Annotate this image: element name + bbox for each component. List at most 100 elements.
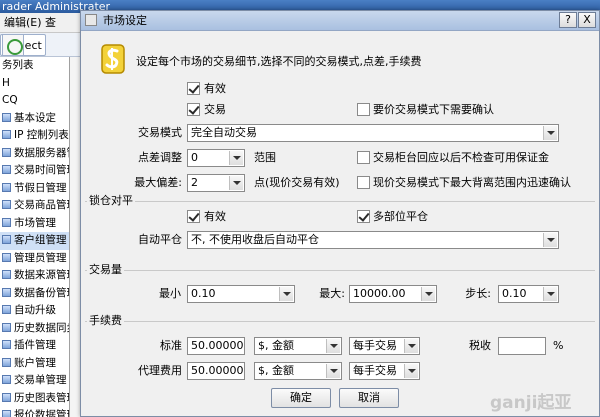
fee-agent-per-select[interactable]: 每手交易 (349, 362, 420, 380)
fee-standard-per-select[interactable]: 每手交易 (349, 337, 420, 355)
tree-item[interactable]: 账户管理 (0, 355, 69, 373)
watermark: ganji起亚 (490, 393, 572, 413)
tree-item[interactable]: 节假日管理 (0, 180, 69, 198)
window-icon (85, 14, 97, 26)
tree-item[interactable]: 管理员管理 (0, 250, 69, 268)
tree-item[interactable]: IP 控制列表 (0, 127, 69, 145)
tree-item[interactable]: H (0, 75, 69, 93)
close-button[interactable]: X (578, 12, 596, 28)
tree-item-icon (2, 392, 11, 402)
fee-standard-unit-select[interactable]: $, 金额 (254, 337, 342, 355)
tree-item-label: 历史数据同步 (14, 321, 69, 334)
fee-standard-per-value: 每手交易 (353, 339, 397, 352)
tree-item[interactable]: 务列表 (0, 57, 69, 75)
volume-max-select[interactable]: 10000.00 (349, 285, 437, 303)
tree-item[interactable]: 交易商品管理 (0, 197, 69, 215)
chevron-down-icon[interactable] (404, 364, 418, 378)
tree-item-label: 节假日管理 (14, 181, 67, 194)
tree-item-label: H (2, 76, 10, 89)
tree-item-icon (2, 200, 11, 209)
app-menu-text[interactable]: 编辑(E) 查 (4, 16, 56, 29)
tax-unit: % (553, 339, 564, 352)
tree-item-label: 数据备份管理 (14, 286, 69, 299)
trade-mode-label: 交易模式 (138, 126, 182, 139)
max-deviation-unit: 点(现价交易有效) (254, 176, 340, 189)
tree-item[interactable]: 数据服务器管 (0, 145, 69, 163)
spread-value: 0 (191, 151, 198, 164)
fee-agent-unit-select[interactable]: $, 金额 (254, 362, 342, 380)
volume-max-value: 10000.00 (353, 287, 406, 300)
tree-item-icon (2, 112, 11, 122)
fee-standard-input[interactable]: 50.00000 (187, 337, 245, 355)
trade-mode-select[interactable]: 完全自动交易 (187, 124, 559, 142)
multi-close-checkbox[interactable] (357, 210, 370, 223)
volume-min-select[interactable]: 0.10 (187, 285, 295, 303)
tree-item[interactable]: 插件管理 (0, 337, 69, 355)
trade-mode-value: 完全自动交易 (191, 126, 257, 139)
tree-item-icon (2, 322, 11, 332)
tax-input[interactable] (498, 337, 546, 355)
tree-item-icon (2, 252, 11, 262)
auto-close-label: 自动平仓 (138, 233, 182, 246)
tree-item[interactable]: 数据备份管理 (0, 285, 69, 303)
tax-label: 税收 (469, 339, 491, 352)
max-deviation-value: 2 (191, 176, 198, 189)
fee-agent-unit-value: $, 金额 (258, 364, 294, 377)
fee-agent-per-value: 每手交易 (353, 364, 397, 377)
volume-group-title: 交易量 (87, 263, 124, 277)
fee-agent-input[interactable]: 50.00000 (187, 362, 245, 380)
chevron-down-icon[interactable] (229, 176, 243, 190)
volume-step-value: 0.10 (502, 287, 527, 300)
tree-item[interactable]: 交易单管理 (0, 372, 69, 390)
auto-close-select[interactable]: 不, 不使用收盘后自动平仓 (187, 231, 559, 249)
chevron-down-icon[interactable] (543, 287, 557, 301)
lock-valid-label: 有效 (204, 210, 226, 223)
lock-valid-checkbox[interactable] (187, 210, 200, 223)
dollar-icon (101, 44, 125, 74)
tree-item[interactable]: 数据来源管理 (0, 267, 69, 285)
max-deviation-select[interactable]: 2 (187, 174, 245, 192)
volume-min-value: 0.10 (191, 287, 216, 300)
tree-item-icon (2, 217, 11, 227)
tree-item[interactable]: 历史图表管理 (0, 390, 69, 408)
tree-item[interactable]: 交易时间管理 (0, 162, 69, 180)
tree-item[interactable]: 基本设定 (0, 110, 69, 128)
tree-item-label: 交易商品管理 (14, 199, 69, 211)
tree-item-icon (2, 147, 11, 157)
tree-item[interactable]: 市场管理 (0, 215, 69, 233)
chevron-down-icon[interactable] (279, 287, 293, 301)
volume-step-select[interactable]: 0.10 (498, 285, 559, 303)
trade-checkbox[interactable] (187, 103, 200, 116)
app-menu-bar[interactable]: 编辑(E) 查 (0, 13, 92, 33)
refresh-icon[interactable] (2, 34, 24, 56)
tree-item-icon (2, 235, 11, 244)
chevron-down-icon[interactable] (229, 151, 243, 165)
tree-item[interactable]: CQ (0, 92, 69, 110)
no-margin-check-checkbox[interactable] (357, 151, 370, 164)
spread-select[interactable]: 0 (187, 149, 245, 167)
tree-item[interactable]: 自动升级 (0, 302, 69, 320)
chevron-down-icon[interactable] (404, 339, 418, 353)
tree-item-icon (2, 410, 11, 417)
valid-checkbox[interactable] (187, 82, 200, 95)
help-button[interactable]: ? (559, 12, 577, 28)
chevron-down-icon[interactable] (543, 126, 557, 140)
tree-item[interactable]: 客户组管理 (0, 232, 69, 250)
tree-item[interactable]: 历史数据同步 (0, 320, 69, 338)
chevron-down-icon[interactable] (421, 287, 435, 301)
app-content-area (70, 57, 80, 417)
server-tree[interactable]: 务列表 H CQ 基本设定 IP 控制列表数据服务器管交易时间管理节假日管理交易商品管理… (0, 57, 70, 417)
dialog-description: 设定每个市场的交易细节,选择不同的交易模式,点差,手续费 (136, 55, 422, 68)
ok-button[interactable]: 确定 (271, 388, 331, 408)
cancel-button[interactable]: 取消 (339, 388, 399, 408)
chevron-down-icon[interactable] (326, 339, 340, 353)
chevron-down-icon[interactable] (543, 233, 557, 247)
quick-confirm-checkbox[interactable] (357, 176, 370, 189)
quote-confirm-checkbox[interactable] (357, 103, 370, 116)
chevron-down-icon[interactable] (326, 364, 340, 378)
quote-confirm-label: 要价交易模式下需要确认 (373, 103, 494, 116)
tree-item-icon (2, 305, 11, 314)
tree-item-icon (2, 182, 11, 192)
no-margin-check-label: 交易柜台回应以后不检查可用保证金 (373, 151, 549, 164)
tree-item[interactable]: 报价数据管理 (0, 407, 69, 417)
